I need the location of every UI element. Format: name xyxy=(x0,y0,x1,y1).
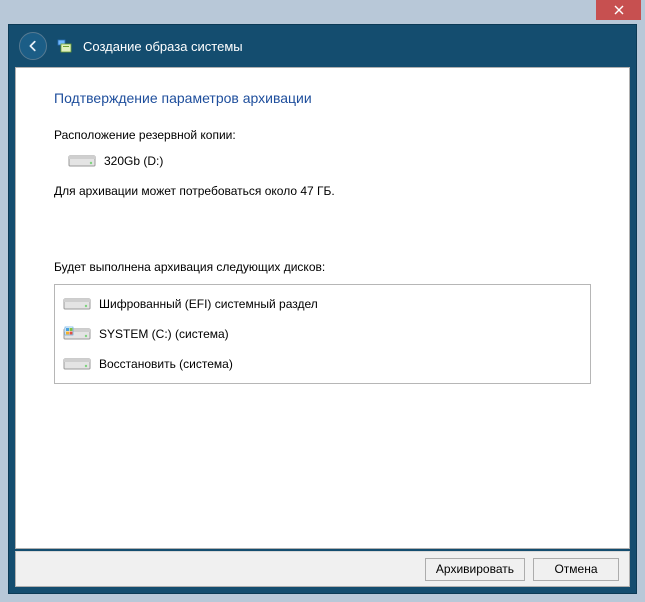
destination-row: 320Gb (D:) xyxy=(68,152,591,170)
disk-label: Шифрованный (EFI) системный раздел xyxy=(99,297,318,311)
wizard-header: Создание образа системы xyxy=(9,25,636,67)
wizard-footer: Архивировать Отмена xyxy=(15,551,630,587)
wizard-chrome: Создание образа системы Подтверждение па… xyxy=(8,24,637,594)
disk-label: Восстановить (система) xyxy=(99,357,233,371)
system-drive-icon xyxy=(63,325,91,343)
disk-label: SYSTEM (C:) (система) xyxy=(99,327,229,341)
disks-list-label: Будет выполнена архивация следующих диск… xyxy=(54,260,591,274)
start-backup-button[interactable]: Архивировать xyxy=(425,558,525,581)
backup-location-label: Расположение резервной копии: xyxy=(54,128,591,142)
wizard-content: Подтверждение параметров архивации Распо… xyxy=(15,67,630,549)
hard-drive-icon xyxy=(68,152,96,170)
page-heading: Подтверждение параметров архивации xyxy=(54,90,591,106)
destination-drive-label: 320Gb (D:) xyxy=(104,154,163,168)
cancel-button[interactable]: Отмена xyxy=(533,558,619,581)
outer-titlebar xyxy=(0,0,645,24)
hard-drive-icon xyxy=(63,295,91,313)
disk-row: Восстановить (система) xyxy=(55,349,590,379)
close-button[interactable] xyxy=(596,0,641,20)
system-image-wizard-window: Создание образа системы Подтверждение па… xyxy=(0,0,645,602)
disk-row: Шифрованный (EFI) системный раздел xyxy=(55,289,590,319)
space-estimate-text: Для архивации может потребоваться около … xyxy=(54,184,591,198)
wizard-title: Создание образа системы xyxy=(83,39,243,54)
arrow-left-icon xyxy=(26,39,40,53)
disk-row: SYSTEM (C:) (система) xyxy=(55,319,590,349)
hard-drive-icon xyxy=(63,355,91,373)
close-icon xyxy=(614,5,624,15)
back-button[interactable] xyxy=(19,32,47,60)
disks-list: Шифрованный (EFI) системный раздел SYSTE… xyxy=(54,284,591,384)
system-image-icon xyxy=(57,38,73,54)
